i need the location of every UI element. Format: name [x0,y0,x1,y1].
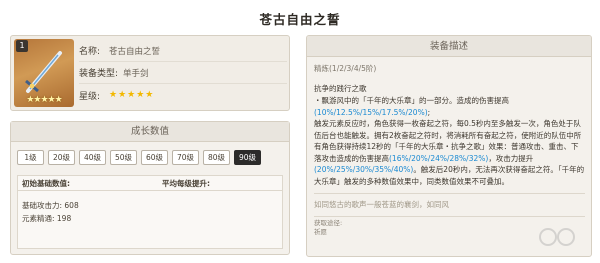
stat-header-growth: 平均每级提升: [162,179,210,188]
flavor-text: 如同悠古的歌声一般苍蓝的襄剑，如同风 [314,200,449,209]
page-title: 苍古自由之誓 [259,12,341,27]
description-panel: 装备描述 精炼(1/2/3/4/5阶) 抗争的践行之歌 ・飘游风中的「千年的大乐… [306,35,592,257]
info-row-name: 名称: 苍古自由之誓 [79,40,287,62]
info-key: 装备类型: [79,69,119,79]
info-value: 苍古自由之誓 [109,46,161,57]
info-row-type: 装备类型: 单手剑 [79,62,287,84]
level-button-40[interactable]: 40级 [79,150,106,165]
info-key: 名称: [79,47,101,57]
skill-desc-2: 触发元素反应时，角色获得一枚奋起之符，每0.5秒内至多触发一次，角色处于队伍后台… [314,119,585,186]
info-value: 单手剑 [123,68,149,79]
info-key: 星级: [79,91,101,102]
stat-em: 元素精通: 198 [22,214,72,223]
level-button-80[interactable]: 80级 [203,150,230,165]
rarity-stars: ★★★★★ [26,95,62,105]
level-selector: 1级 20级 40级 50级 60级 70级 80级 90级 [11,142,289,165]
skill-name: 抗争的践行之歌 [314,83,367,93]
weapon-thumbnail: 1 ★★★★★ [14,39,74,107]
watermark-logo-icon [539,228,575,246]
level-button-20[interactable]: 20级 [48,150,75,165]
stat-table: 初始基础数值: 平均每级提升: 基础攻击力: 608 元素精通: 198 [17,175,283,249]
level-button-60[interactable]: 60级 [141,150,168,165]
info-row-rarity: 星级: ★★★★★ [79,84,287,106]
growth-panel: 成长数值 1级 20级 40级 50级 60级 70级 80级 90级 初始基础… [10,121,290,255]
stat-header-base: 初始基础数值: [22,179,70,188]
star-rating: ★★★★★ [109,90,155,100]
growth-title: 成长数值 [11,122,289,142]
sword-icon [25,51,62,93]
level-button-1[interactable]: 1级 [17,150,44,165]
stat-atk: 基础攻击力: 608 [22,201,79,210]
skill-desc-1: ・飘游风中的「千年的大乐章」的一部分。造成的伤害提高(10%/12.5%/15%… [314,96,509,117]
level-button-50[interactable]: 50级 [110,150,137,165]
divider [314,193,585,194]
refine-label: 精炼(1/2/3/4/5阶) [314,64,377,73]
level-button-90[interactable]: 90级 [234,150,261,165]
divider [314,215,585,217]
level-button-70[interactable]: 70级 [172,150,199,165]
weapon-info-card: 1 ★★★★★ 名称: 苍古自由之誓 装备类型: 单手剑 星级: ★★★★★ [10,35,290,111]
description-title: 装备描述 [307,36,591,57]
